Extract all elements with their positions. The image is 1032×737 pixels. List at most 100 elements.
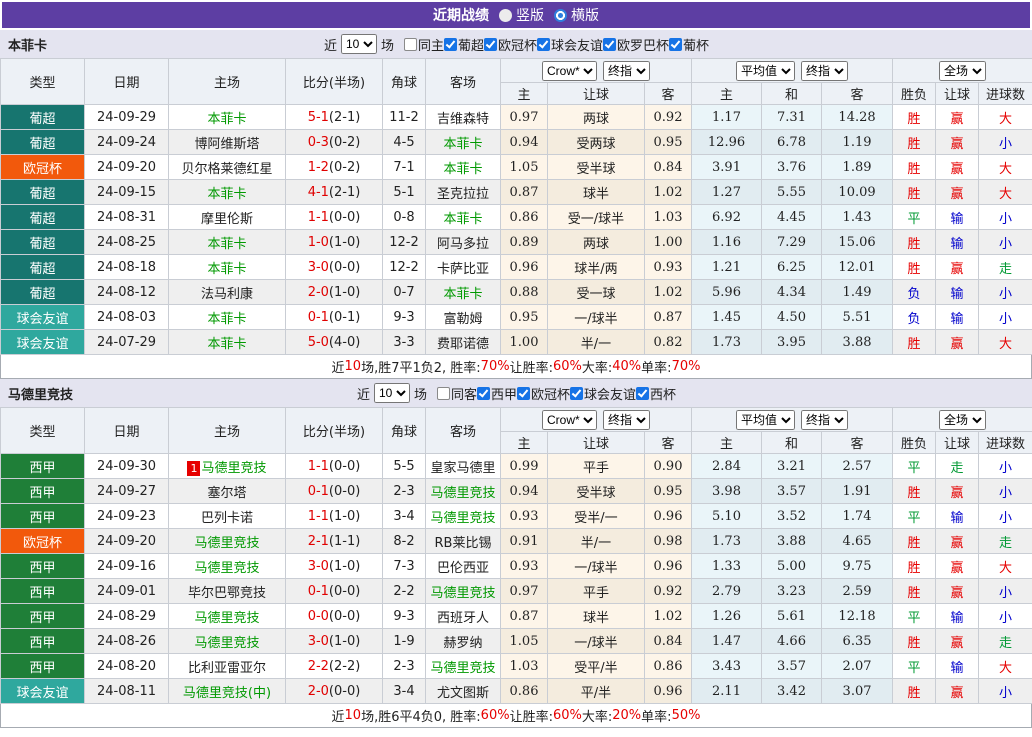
league-filter-checkbox[interactable] [603,37,617,51]
avg-away: 5.51 [821,304,894,330]
closing-odds-select-2[interactable]: 终指 [801,409,849,430]
column-header: 主 [691,82,763,105]
result-handicap: 赢 [935,678,980,704]
league-badge: 西甲 [0,453,85,479]
filter-controls: 近 10 场 同客 西甲 欧冠杯 球会友谊 西杯 [356,383,676,403]
avg-away: 3.07 [821,678,894,704]
same-venue-checkbox[interactable] [436,386,450,400]
checkbox-label[interactable]: 西甲 [491,384,517,403]
scope-select[interactable]: 全场 [939,409,987,430]
table-row: 葡超 24-08-25 本菲卡 1-0(1-0) 12-2 阿马多拉 0.89 两球 1.00 1… [0,229,1032,255]
closing-odds-select[interactable]: 终指 [603,60,650,81]
result-handicap: 赢 [935,578,980,604]
avg-away: 12.18 [821,603,894,629]
home-team: 马德里竞技 [168,553,286,579]
matches-prefix-label: 近 [323,38,337,54]
result-outcome: 平 [892,453,937,479]
checkbox-label[interactable]: 葡杯 [683,35,709,54]
avg-home: 5.10 [691,503,763,529]
score: 2-0(0-0) [285,678,383,704]
scope-select[interactable]: 全场 [939,60,987,81]
closing-odds-select-2[interactable]: 终指 [801,60,849,81]
radio-vertical[interactable]: 竖版 [499,5,544,25]
radio-horizontal-label[interactable]: 横版 [571,5,599,25]
column-header: 客场 [425,407,501,454]
result-outcome: 胜 [892,229,937,255]
league-filter-checkbox[interactable] [443,37,457,51]
rank-badge: 1 [187,460,201,476]
result-outcome: 平 [892,204,937,230]
team-label: 本菲卡 [207,311,247,327]
away-team: 马德里竞技 [425,478,501,504]
handicap: 平手 [547,578,645,604]
checkbox-label[interactable]: 同客 [451,384,477,403]
bookmaker-select[interactable]: Crow* [542,60,597,81]
bookmaker-select[interactable]: Crow* [542,409,597,430]
avg-draw: 3.42 [761,678,823,704]
result-outcome: 平 [892,653,937,679]
radio-vertical-label[interactable]: 竖版 [516,5,544,25]
summary-text: 近 10 场,胜7平1负2, 胜率: 70% 让胜率: 60% 大率: 40% 单率: 70… [0,355,1032,379]
matches-count-select[interactable]: 10 [373,383,410,403]
avg-draw: 3.52 [761,503,823,529]
checkbox-label[interactable]: 欧冠杯 [498,35,537,54]
checkbox-label[interactable]: 同主 [418,35,444,54]
closing-odds-select[interactable]: 终指 [603,409,650,430]
summary-part: 40% [612,359,642,374]
matches-count-select[interactable]: 10 [340,34,377,54]
result-goals: 小 [978,503,1032,529]
same-venue-checkbox[interactable] [403,37,417,51]
team-label: 本菲卡 [207,236,247,252]
checkbox-label[interactable]: 球会友谊 [551,35,603,54]
summary-part: 20% [612,708,642,723]
league-filter-checkbox[interactable] [537,37,551,51]
summary-part: 10 [344,708,362,723]
column-header: 日期 [84,407,169,454]
checkbox-label[interactable]: 球会友谊 [584,384,636,403]
corner-score: 3-3 [382,329,426,355]
league-filter-checkbox[interactable] [570,386,584,400]
avg-home: 1.73 [691,528,763,554]
home-team: 比利亚雷亚尔 [168,653,286,679]
summary-part: 60% [552,359,582,374]
result-goals: 走 [978,254,1032,280]
league-filter-checkbox[interactable] [517,386,530,400]
avg-draw: 4.66 [761,628,823,654]
home-team: 本菲卡 [168,104,286,130]
home-team: 马德里竞技 [168,603,286,629]
fulltime-score: 3-0 [307,633,329,649]
avg-home: 1.16 [691,229,763,255]
checkbox-label[interactable]: 葡超 [458,35,484,54]
radio-horizontal[interactable]: 横版 [554,5,599,25]
result-handicap: 赢 [935,104,980,130]
league-filter-checkbox[interactable] [484,37,497,51]
team-label: 博阿维斯塔 [194,136,260,152]
home-team: 本菲卡 [168,329,286,355]
average-select[interactable]: 平均值 [736,409,796,430]
bookmaker-select-group: Crow* 终指 [499,407,693,432]
team-label: 本菲卡 [207,336,247,352]
summary-part: 近 [331,361,345,376]
corner-score: 2-3 [382,478,426,504]
column-header: 日期 [84,58,169,105]
halftime-score: (0-0) [328,259,361,275]
team-label: 马德里竞技 [201,460,267,476]
away-team: 赫罗纳 [425,628,501,654]
away-team: 巴伦西亚 [425,553,501,579]
fulltime-score: 1-0 [307,234,329,250]
home-team: 博阿维斯塔 [168,129,286,155]
checkbox-label[interactable]: 欧罗巴杯 [617,35,669,54]
odds-home: 0.94 [500,129,548,155]
checkbox-label[interactable]: 欧冠杯 [531,384,570,403]
league-filter-checkbox[interactable] [476,386,490,400]
corner-score: 0-7 [382,279,426,305]
league-filter-checkbox[interactable] [669,37,683,51]
result-handicap: 赢 [935,254,980,280]
away-team: 吉维森特 [425,104,501,130]
average-select[interactable]: 平均值 [736,60,796,81]
home-team: 马德里竞技 [168,628,286,654]
avg-away: 12.01 [821,254,894,280]
league-filter-checkbox[interactable] [636,386,650,400]
checkbox-label[interactable]: 西杯 [650,384,676,403]
result-handicap: 赢 [935,179,980,205]
